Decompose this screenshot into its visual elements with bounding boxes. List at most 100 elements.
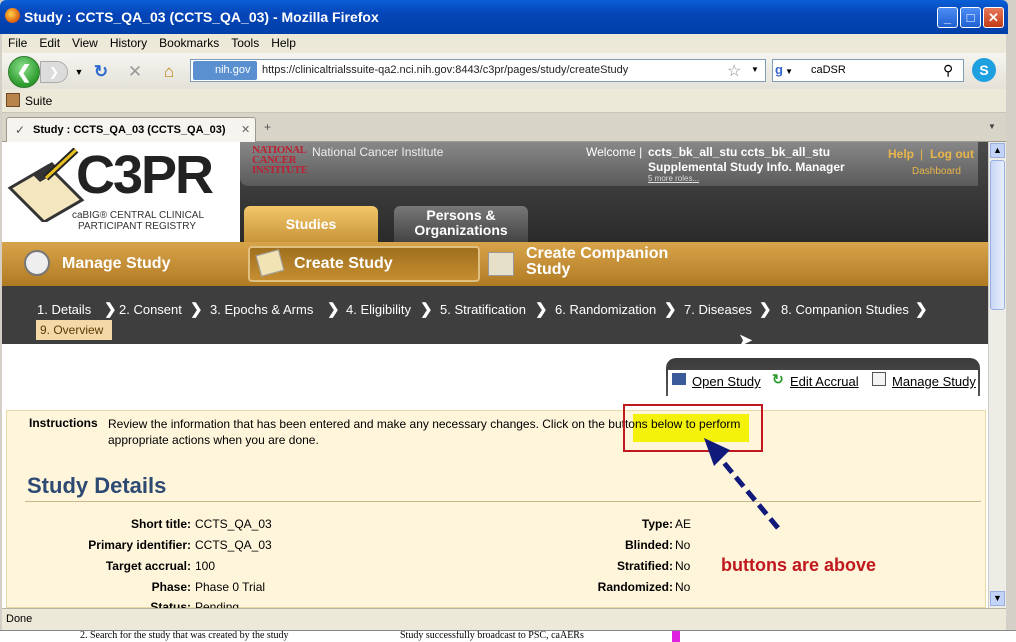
skype-icon[interactable]: S: [972, 58, 996, 82]
address-bar[interactable]: nih.gov https://clinicaltrialssuite-qa2.…: [190, 59, 766, 82]
step-randomization[interactable]: 6. Randomization: [555, 302, 656, 317]
navigation-toolbar: ❮ ❯ ▼ ↻ ✕ ⌂ nih.gov https://clinicaltria…: [2, 53, 1006, 89]
maximize-button[interactable]: □: [960, 7, 981, 28]
step-companion-studies[interactable]: 8. Companion Studies: [781, 302, 909, 317]
menu-edit[interactable]: Edit: [33, 34, 66, 50]
background-document-strip: 2. Search for the study that was created…: [0, 630, 1016, 642]
background-marker: [672, 631, 680, 642]
logout-link[interactable]: Log out: [930, 147, 974, 161]
step-chevron-icon: ❯: [327, 301, 340, 318]
tab-favicon-icon: ✓: [15, 123, 26, 137]
nci-name: National Cancer Institute: [312, 145, 444, 159]
scroll-thumb[interactable]: [990, 160, 1005, 310]
tab-persons-organizations[interactable]: Persons & Organizations: [394, 206, 528, 242]
open-study-link[interactable]: Open Study: [692, 374, 761, 389]
c3pr-logo: C3PR caBIG® CENTRAL CLINICAL PARTICIPANT…: [2, 142, 240, 242]
tab-studies[interactable]: Studies: [244, 206, 378, 242]
step-chevron-icon: ❯: [190, 301, 203, 318]
background-text-2: Study successfully broadcast to PSC, caA…: [400, 630, 584, 641]
step-diseases[interactable]: 7. Diseases: [684, 302, 752, 317]
companion-study-icon: [488, 252, 514, 276]
blinded-label: Blinded:: [625, 538, 673, 552]
blinded-value: No: [675, 538, 691, 552]
menu-help[interactable]: Help: [265, 34, 302, 50]
instructions-line-2: appropriate actions when you are done.: [108, 433, 319, 447]
welcome-label: Welcome |: [586, 145, 643, 159]
menu-history[interactable]: History: [104, 34, 153, 50]
step-chevron-icon: ❯: [759, 301, 772, 318]
step-chevron-icon: ❯: [420, 301, 433, 318]
tab-title: Study : CCTS_QA_03 (CCTS_QA_03): [33, 124, 226, 136]
menu-bookmarks[interactable]: Bookmarks: [153, 34, 225, 50]
search-input[interactable]: caDSR: [811, 64, 846, 76]
help-link[interactable]: Help: [888, 147, 914, 161]
logo-subtitle-2: PARTICIPANT REGISTRY: [78, 221, 196, 232]
phase-value: Phase 0 Trial: [195, 580, 266, 594]
section-divider: [25, 501, 981, 502]
home-icon[interactable]: ⌂: [158, 61, 180, 83]
step-eligibility[interactable]: 4. Eligibility: [346, 302, 411, 317]
tab-study[interactable]: ✓ Study : CCTS_QA_03 (CCTS_QA_03) ✕: [6, 117, 256, 143]
reload-icon[interactable]: ↻: [90, 61, 112, 83]
step-stratification[interactable]: 5. Stratification: [440, 302, 526, 317]
search-engine-icon[interactable]: g ▼: [775, 62, 805, 79]
search-icon[interactable]: ⚲: [943, 62, 953, 79]
web-page: C3PR caBIG® CENTRAL CLINICAL PARTICIPANT…: [2, 142, 988, 608]
menu-file[interactable]: File: [2, 34, 33, 50]
user-role: Supplemental Study Info. Manager: [648, 160, 845, 174]
back-arrow-icon[interactable]: ❮: [8, 56, 40, 88]
tab-list-icon[interactable]: ▼: [988, 122, 996, 131]
step-consent[interactable]: 2. Consent: [119, 302, 182, 317]
open-book-icon: [672, 373, 686, 385]
header-separator: |: [920, 147, 924, 161]
menu-bar: File Edit View History Bookmarks Tools Help: [2, 34, 1006, 53]
window-title: Study : CCTS_QA_03 (CCTS_QA_03) - Mozill…: [24, 9, 379, 25]
action-bar: Open Study ↻ Edit Accrual Manage Study: [666, 358, 980, 396]
primary-identifier-value: CCTS_QA_03: [195, 538, 272, 552]
url-dropdown-icon[interactable]: ▼: [751, 65, 759, 74]
manage-study-link[interactable]: Manage Study: [892, 374, 976, 389]
status-bar: Done: [2, 608, 1006, 630]
study-menu-bar: Manage Study Create Study Create Compani…: [2, 242, 988, 286]
forward-arrow-icon[interactable]: ❯: [40, 61, 68, 83]
step-overview[interactable]: 9. Overview: [36, 320, 112, 340]
logo-text: C3PR: [76, 145, 214, 205]
phase-label: Phase:: [151, 580, 191, 594]
status-label: Status:: [150, 600, 191, 608]
type-value: AE: [675, 517, 692, 531]
bookmark-suite[interactable]: Suite: [25, 94, 52, 108]
window-title-bar: Study : CCTS_QA_03 (CCTS_QA_03) - Mozill…: [0, 0, 1008, 34]
background-text-1: 2. Search for the study that was created…: [80, 630, 289, 641]
history-dropdown-icon[interactable]: ▼: [68, 61, 90, 83]
suite-bookmark-icon: [6, 93, 20, 107]
scroll-down-icon[interactable]: ▼: [990, 591, 1005, 606]
menu-view[interactable]: View: [66, 34, 104, 50]
step-chevron-icon: ❯: [535, 301, 548, 318]
dashboard-link[interactable]: Dashboard: [912, 166, 961, 177]
refresh-icon: ↻: [772, 371, 784, 387]
step-epochs-arms[interactable]: 3. Epochs & Arms: [210, 302, 313, 317]
action-bar-inner: Open Study ↻ Edit Accrual Manage Study: [668, 370, 978, 396]
url-text[interactable]: https://clinicaltrialssuite-qa2.nci.nih.…: [262, 64, 628, 76]
bookmark-star-icon[interactable]: ☆: [727, 61, 741, 81]
minimize-button[interactable]: _: [937, 7, 958, 28]
primary-identifier-label: Primary identifier:: [88, 538, 191, 552]
edit-accrual-link[interactable]: Edit Accrual: [790, 374, 859, 389]
mouse-cursor-icon: ➤: [738, 330, 754, 350]
tab-close-icon[interactable]: ✕: [241, 123, 250, 136]
search-box[interactable]: g ▼ caDSR ⚲: [772, 59, 964, 82]
close-button[interactable]: ✕: [983, 7, 1004, 28]
magnifier-icon: [24, 250, 50, 276]
more-roles-link[interactable]: 5 more roles...: [648, 174, 699, 183]
new-tab-button[interactable]: +: [264, 120, 271, 134]
step-chevron-icon: ❯: [104, 301, 117, 318]
menu-tools[interactable]: Tools: [225, 34, 265, 50]
stop-icon[interactable]: ✕: [124, 61, 146, 83]
scroll-up-icon[interactable]: ▲: [990, 143, 1005, 158]
step-details[interactable]: 1. Details: [37, 302, 91, 317]
menu-create-companion-study[interactable]: Create Companion Study: [526, 246, 676, 290]
site-identity-badge[interactable]: nih.gov: [193, 61, 257, 80]
bookmarks-toolbar: Suite: [2, 89, 1006, 113]
vertical-scrollbar[interactable]: ▲ ▼: [988, 142, 1006, 608]
type-label: Type:: [641, 517, 673, 531]
